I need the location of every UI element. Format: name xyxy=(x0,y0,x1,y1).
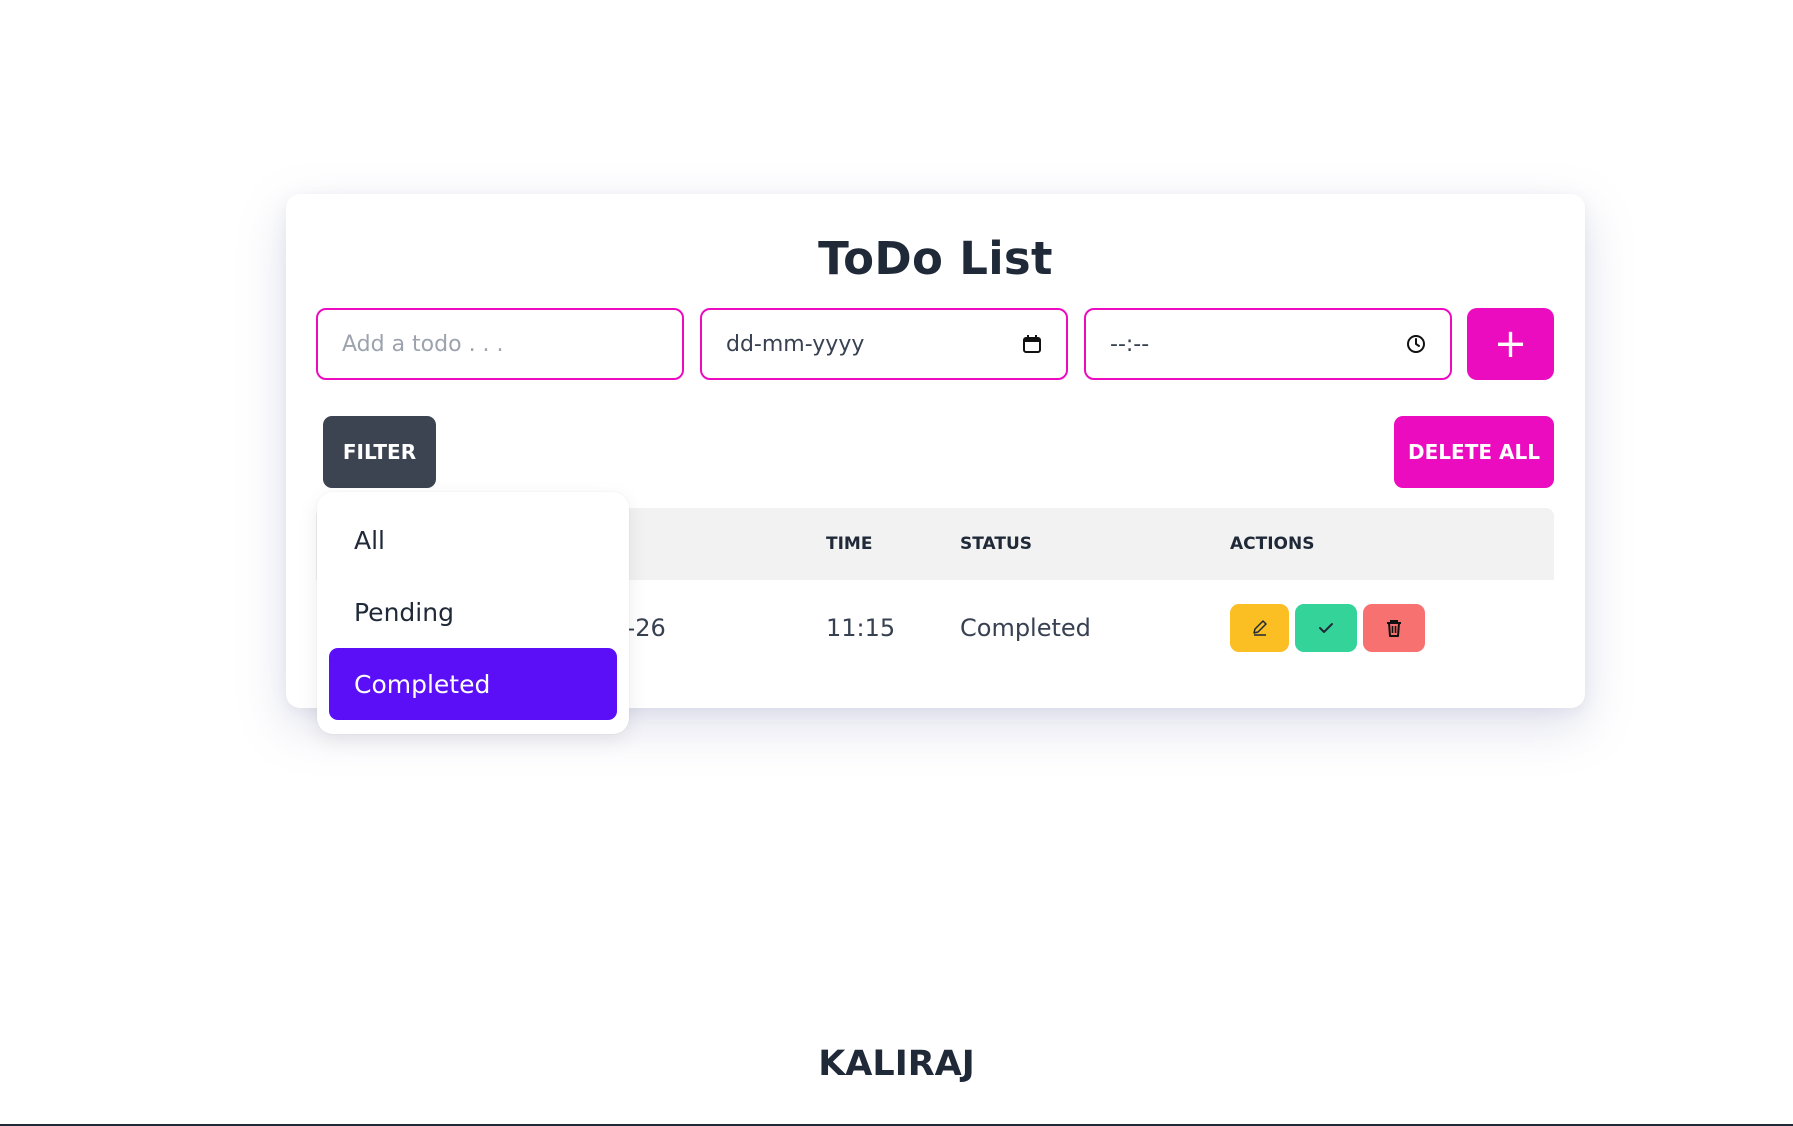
plus-icon: + xyxy=(1493,321,1528,367)
filter-option-all[interactable]: All xyxy=(329,504,617,576)
filter-button[interactable]: FILTER xyxy=(323,416,436,488)
todo-input-wrapper[interactable] xyxy=(316,308,684,380)
time-field[interactable]: --:-- xyxy=(1084,308,1452,380)
row-time: 11:15 xyxy=(826,614,896,642)
time-placeholder: --:-- xyxy=(1110,331,1150,357)
filter-dropdown: All Pending Completed xyxy=(317,492,629,734)
filter-option-pending[interactable]: Pending xyxy=(329,576,617,648)
footer-author: KALIRAJ xyxy=(818,1044,975,1084)
calendar-icon[interactable] xyxy=(1022,334,1042,354)
date-placeholder: dd-mm-yyyy xyxy=(726,331,865,357)
page: ToDo List dd-mm-yyyy --:-- + FILTER DELE xyxy=(0,0,1793,1126)
page-title: ToDo List xyxy=(818,232,1053,285)
delete-button[interactable] xyxy=(1363,604,1425,652)
delete-all-button[interactable]: DELETE ALL xyxy=(1394,416,1554,488)
header-time: TIME xyxy=(826,534,873,554)
todo-input[interactable] xyxy=(342,331,658,357)
trash-icon xyxy=(1387,620,1401,637)
complete-button[interactable] xyxy=(1295,604,1357,652)
edit-button[interactable] xyxy=(1230,604,1289,652)
header-actions: ACTIONS xyxy=(1230,534,1315,554)
filter-option-completed[interactable]: Completed xyxy=(329,648,617,720)
check-icon xyxy=(1319,623,1333,633)
add-todo-button[interactable]: + xyxy=(1467,308,1554,380)
row-status: Completed xyxy=(960,614,1091,642)
date-field[interactable]: dd-mm-yyyy xyxy=(700,308,1068,380)
edit-icon xyxy=(1252,620,1267,636)
row-actions xyxy=(1230,580,1425,676)
header-status: STATUS xyxy=(960,534,1033,554)
clock-icon[interactable] xyxy=(1406,334,1426,354)
